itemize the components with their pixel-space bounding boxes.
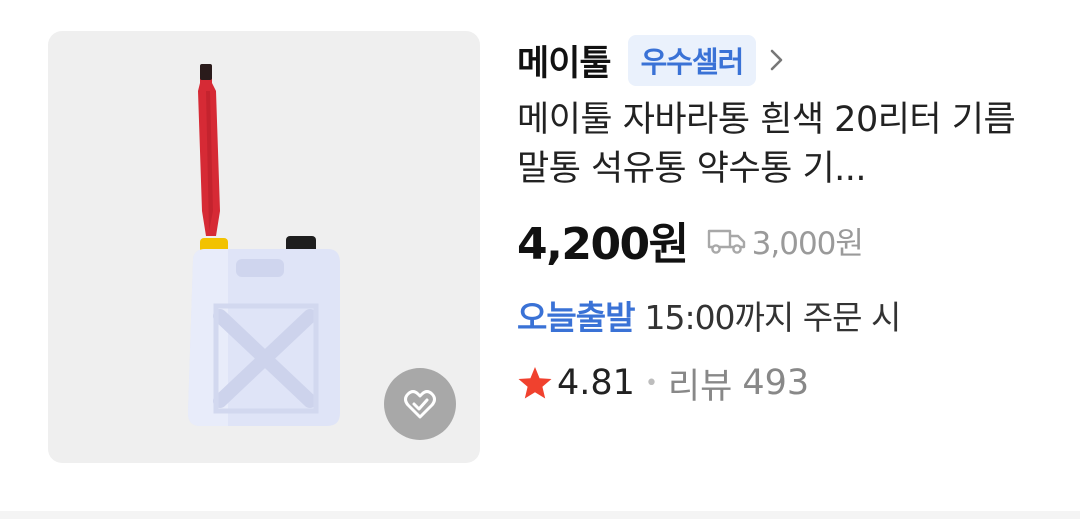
price-row: 4,200원 3,000원 [517, 210, 1057, 270]
seller-badge: 우수셀러 [627, 34, 757, 86]
heart-check-icon [404, 390, 436, 419]
seller-name[interactable]: 메이툴 [517, 35, 612, 86]
delivery-cutoff: 15:00까지 주문 시 [644, 298, 901, 337]
product-thumbnail[interactable] [48, 31, 480, 463]
delivery-tag: 오늘출발 [517, 298, 635, 337]
separator-dot: • [644, 370, 658, 396]
wishlist-button[interactable] [384, 368, 456, 440]
truck-icon [707, 229, 745, 254]
product-info: 메이툴 우수셀러 메이툴 자바라통 흰색 20리터 기름 말통 석유통 약수통 … [517, 34, 1057, 407]
star-icon [518, 367, 552, 399]
product-card[interactable]: 메이툴 우수셀러 메이툴 자바라통 흰색 20리터 기름 말통 석유통 약수통 … [0, 0, 1080, 519]
shipping-fee-value: 3,000원 [751, 225, 864, 262]
product-price: 4,200원 [517, 219, 689, 270]
divider [0, 511, 1080, 519]
shipping-fee: 3,000원 [706, 218, 864, 263]
review-count: 493 [742, 363, 810, 403]
seller-row[interactable]: 메이툴 우수셀러 [517, 34, 1057, 86]
delivery-info: 오늘출발 15:00까지 주문 시 [517, 292, 1057, 338]
product-title[interactable]: 메이툴 자바라통 흰색 20리터 기름 말통 석유통 약수통 기... [517, 96, 1037, 194]
rating-row[interactable]: 4.81 • 리뷰 493 [517, 360, 1057, 407]
rating-value: 4.81 [557, 363, 635, 403]
chevron-right-icon[interactable] [766, 45, 788, 75]
review-label: 리뷰 [667, 366, 733, 407]
